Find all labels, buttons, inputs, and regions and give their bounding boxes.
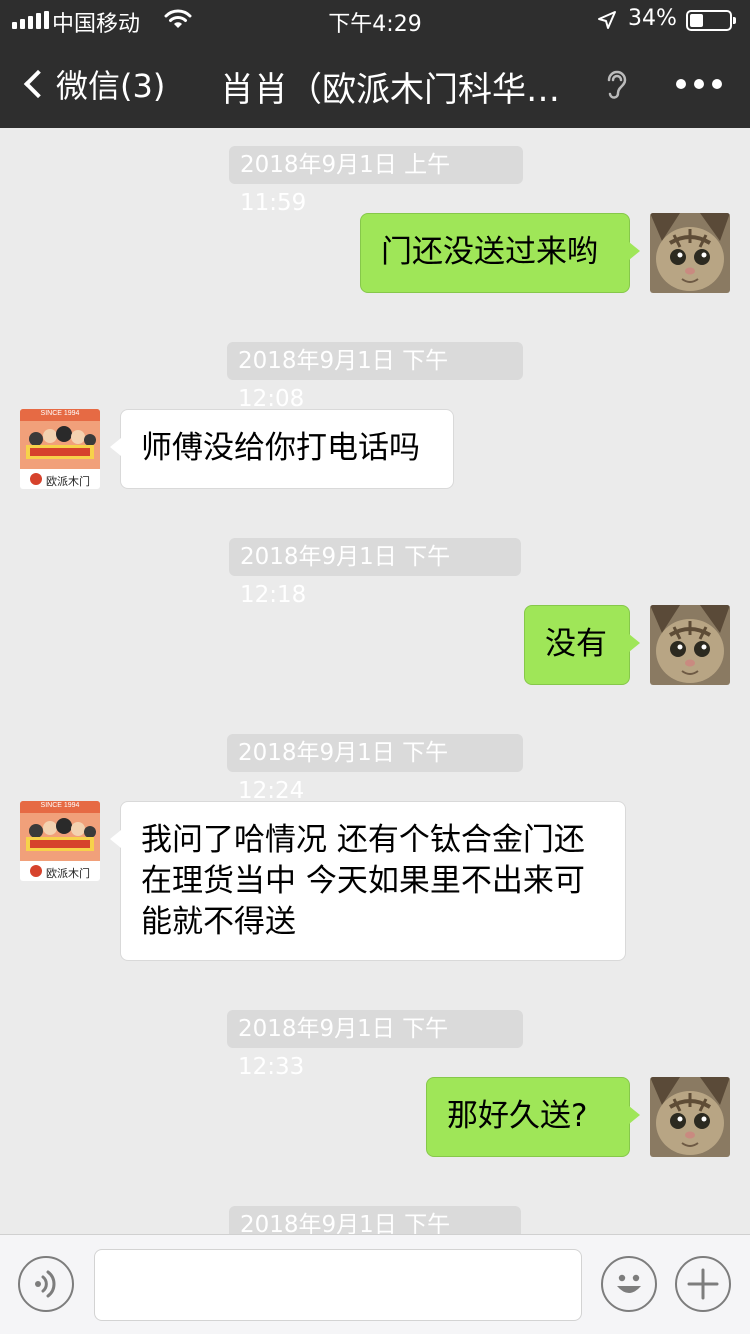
location-arrow-icon [598,11,616,29]
outgoing-message-bubble[interactable]: 那好久送? [426,1077,640,1157]
avatar[interactable] [650,213,730,293]
plus-icon [687,1268,719,1300]
avatar[interactable]: SINCE 1994 欧派木门 [20,801,100,881]
message-input[interactable] [94,1249,582,1321]
timestamp: 2018年9月1日 下午12:24 [227,734,523,804]
emoji-icon [617,1274,641,1293]
more-button[interactable] [676,76,724,92]
message-text: 能就不得送 [141,904,296,940]
ear-icon [607,70,627,99]
message-text: 那好久送? [447,1098,588,1134]
back-label: 微信(3) [56,67,166,105]
cat-avatar-image [650,605,730,685]
header: 中国移动 下午4:29 34% 微信(3) 肖肖（欧派木门科华… [0,0,750,128]
timestamp: 2018年9月1日 上午11:59 [229,146,523,216]
battery-fill [690,14,703,27]
status-bar: 中国移动 下午4:29 34% [0,0,750,40]
incoming-message-bubble[interactable]: 我问了哈情况 还有个钛合金门还 在理货当中 今天如果里不出来可 能就不得送 [110,801,626,961]
battery-percent: 34% [628,6,677,31]
input-bar [0,1234,750,1334]
chevron-left-icon [23,69,53,99]
more-icon-dot [694,79,704,89]
battery-icon [686,10,736,31]
more-icon-dot [712,79,722,89]
cat-avatar-image [650,213,730,293]
emoji-button[interactable] [601,1256,657,1312]
message-text: 没有 [545,626,607,662]
cat-avatar-image [650,1077,730,1157]
message-text: 在理货当中 今天如果里不出来可 [141,863,585,899]
chat-title: 肖肖（欧派木门科华… [220,70,560,110]
outgoing-message-bubble[interactable]: 门还没送过来哟 [360,213,640,293]
timestamp: 2018年9月1日 下午12:08 [227,342,523,412]
more-icon [676,79,686,89]
nav-bar: 微信(3) 肖肖（欧派木门科华… [0,40,750,128]
brand-avatar-top-text: SINCE 1994 [40,802,80,809]
back-button[interactable]: 微信(3) [18,62,165,106]
plus-button[interactable] [675,1256,731,1312]
incoming-message-bubble[interactable]: 师傅没给你打电话吗 [110,409,454,489]
avatar[interactable]: SINCE 1994 欧派木门 [20,409,100,489]
message-text: 门还没送过来哟 [381,234,598,270]
avatar[interactable] [650,1077,730,1157]
brand-avatar-name: 欧派木门 [46,867,90,880]
timestamp: 2018年9月1日 下午12:33 [227,1010,523,1080]
outgoing-message-bubble[interactable]: 没有 [524,605,640,685]
voice-button[interactable] [18,1256,74,1312]
brand-avatar-name: 欧派木门 [46,475,90,488]
voice-icon [35,1270,56,1298]
brand-avatar-top-text: SINCE 1994 [40,410,80,417]
timestamp: 2018年9月1日 下午12:18 [229,538,521,608]
message-text: 师傅没给你打电话吗 [141,430,420,466]
avatar[interactable] [650,605,730,685]
message-text: 我问了哈情况 还有个钛合金门还 [141,822,585,858]
